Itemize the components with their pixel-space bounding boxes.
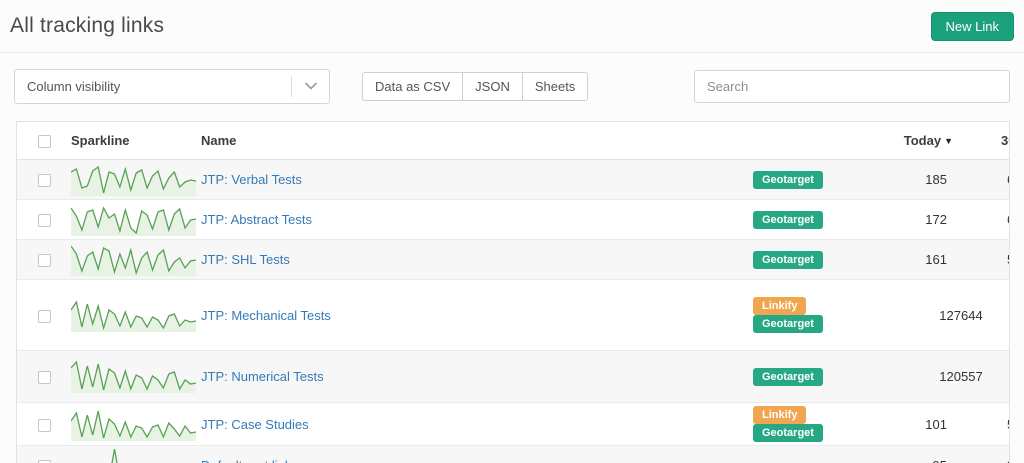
select-all-checkbox[interactable] xyxy=(37,135,51,149)
geotarget-badge: Geotarget xyxy=(753,210,823,229)
page-header: All tracking links New Link xyxy=(0,0,1024,53)
row-checkbox[interactable] xyxy=(37,371,51,385)
linkify-badge: Linkify xyxy=(753,406,807,425)
new-link-button[interactable]: New Link xyxy=(930,11,1014,41)
toolbar: Column visibility Data as CSV JSON Sheet… xyxy=(0,53,1024,105)
tracking-links-table-container: Sparkline Name Today▼ 30 days JTP: Verba… xyxy=(16,121,1010,463)
table-row: Default root link 95903 xyxy=(17,445,1009,463)
today-count: 185 xyxy=(925,172,947,188)
table-row: JTP: Abstract Tests Geotarget 172 608 xyxy=(17,200,1009,240)
chevron-down-icon xyxy=(291,75,329,97)
column-header-badges xyxy=(753,122,879,161)
geotarget-badge: Geotarget xyxy=(753,250,823,269)
row-checkbox[interactable] xyxy=(37,174,51,188)
column-header-name[interactable]: Name xyxy=(201,122,753,161)
table-row: JTP: Mechanical Tests LinkifyGeotarget 127… xyxy=(17,280,1009,351)
sparkline-chart xyxy=(71,206,196,237)
days30-count: 903 xyxy=(961,446,1009,463)
today-count: 161 xyxy=(925,252,947,268)
sparkline-chart xyxy=(71,360,196,394)
export-button-group: Data as CSV JSON Sheets xyxy=(362,71,589,101)
table-row: JTP: Case Studies LinkifyGeotarget 101 529 xyxy=(17,403,1009,446)
column-header-sparkline[interactable]: Sparkline xyxy=(71,122,201,161)
page-title: All tracking links xyxy=(10,14,165,37)
tracking-link-name[interactable]: Default root link xyxy=(201,458,291,463)
today-count: 120 xyxy=(939,369,961,385)
export-json-button[interactable]: JSON xyxy=(462,71,523,101)
export-sheets-button[interactable]: Sheets xyxy=(521,71,589,101)
column-header-30-days[interactable]: 30 days xyxy=(961,122,1009,161)
days30-count: 591 xyxy=(961,240,1009,280)
table-header-row: Sparkline Name Today▼ 30 days xyxy=(17,122,1009,161)
tracking-link-name[interactable]: JTP: Abstract Tests xyxy=(201,212,312,227)
days30-count: 529 xyxy=(961,403,1009,446)
today-count: 127 xyxy=(939,307,961,323)
tracking-links-table: Sparkline Name Today▼ 30 days JTP: Verba… xyxy=(17,122,1009,463)
search-input[interactable] xyxy=(694,69,1010,103)
row-checkbox[interactable] xyxy=(37,309,51,323)
geotarget-badge: Geotarget xyxy=(753,424,823,443)
geotarget-badge: Geotarget xyxy=(753,170,823,189)
sparkline-chart xyxy=(71,245,196,277)
tracking-link-name[interactable]: JTP: Case Studies xyxy=(201,417,309,432)
today-header-label: Today xyxy=(903,133,942,149)
sparkline-chart xyxy=(71,165,196,197)
today-count: 95 xyxy=(879,446,961,463)
days30-count: 608 xyxy=(961,200,1009,240)
sparkline-chart xyxy=(111,449,118,463)
tracking-link-name[interactable]: JTP: Mechanical Tests xyxy=(201,308,331,323)
today-count: 101 xyxy=(925,416,947,432)
sparkline-chart xyxy=(71,299,196,332)
table-row: JTP: SHL Tests Geotarget 161 591 xyxy=(17,239,1009,280)
days30-count: 644 xyxy=(961,307,983,323)
linkify-badge: Linkify xyxy=(753,297,807,316)
column-visibility-label: Column visibility xyxy=(27,78,121,94)
sort-desc-icon: ▼ xyxy=(944,136,953,147)
table-row: JTP: Verbal Tests Geotarget 185 612 xyxy=(17,159,1009,200)
column-visibility-dropdown[interactable]: Column visibility xyxy=(14,68,330,104)
geotarget-badge: Geotarget xyxy=(753,315,823,334)
tracking-link-name[interactable]: JTP: Numerical Tests xyxy=(201,369,324,384)
days30-count: 612 xyxy=(961,160,1009,200)
row-checkbox[interactable] xyxy=(37,418,51,432)
table-row: JTP: Numerical Tests Geotarget 120 557 xyxy=(17,350,1009,403)
tracking-link-name[interactable]: JTP: SHL Tests xyxy=(201,252,290,267)
days30-count: 557 xyxy=(961,369,983,385)
tracking-link-name[interactable]: JTP: Verbal Tests xyxy=(201,172,302,187)
today-count: 172 xyxy=(925,212,947,228)
row-checkbox[interactable] xyxy=(37,214,51,228)
row-checkbox[interactable] xyxy=(37,254,51,268)
geotarget-badge: Geotarget xyxy=(753,367,823,386)
column-header-today[interactable]: Today ▼ xyxy=(879,122,961,161)
sparkline-chart xyxy=(71,410,196,441)
export-csv-button[interactable]: Data as CSV xyxy=(362,71,464,101)
